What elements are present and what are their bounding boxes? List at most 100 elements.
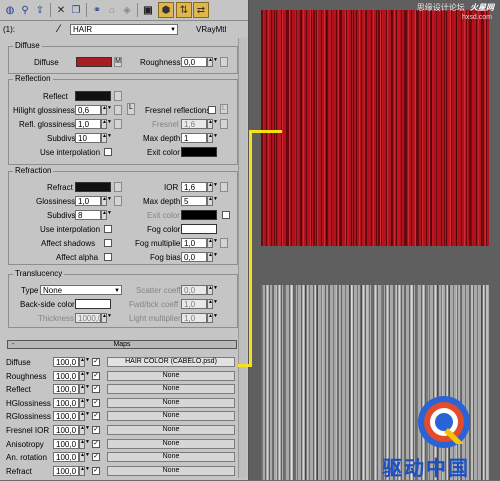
fog-multiplier-input[interactable]: 1,0 — [181, 238, 207, 248]
map-enable-checkbox[interactable]: ✓ — [92, 358, 100, 366]
translucency-type-select[interactable]: None ▼ — [40, 285, 122, 295]
panel-scrollbar[interactable] — [238, 38, 247, 478]
refr-exit-color-checkbox[interactable] — [222, 211, 230, 219]
material-type-button[interactable]: VRayMtl — [196, 25, 226, 34]
thickness-spinner[interactable]: ▲▼ — [101, 313, 112, 323]
put-library-icon[interactable]: ⌂ — [105, 3, 119, 17]
refr-max-depth-spinner[interactable]: ▲▼ — [207, 196, 218, 206]
map-enable-checkbox[interactable]: ✓ — [92, 371, 100, 380]
map-enable-checkbox[interactable]: ✓ — [92, 453, 100, 462]
map-slot-button[interactable]: None — [107, 384, 235, 395]
refl-subdivs-spinner[interactable]: ▲▼ — [101, 133, 112, 143]
light-multiplier-input[interactable]: 1,0 — [181, 313, 207, 323]
reflect-color-swatch[interactable] — [75, 91, 111, 101]
map-amount-input[interactable]: 100,0 — [53, 370, 79, 381]
ior-map-button[interactable] — [220, 182, 228, 192]
ior-input[interactable]: 1,6 — [181, 182, 207, 192]
refract-color-swatch[interactable] — [75, 182, 111, 192]
map-slot-button[interactable]: None — [107, 465, 235, 476]
map-enable-checkbox[interactable]: ✓ — [92, 439, 100, 448]
diffuse-color-swatch[interactable] — [76, 57, 112, 67]
refr-glossiness-spinner[interactable]: ▲▼ — [101, 196, 112, 206]
map-amount-input[interactable]: 100,0 — [53, 411, 79, 422]
map-slot-button[interactable]: HAIR COLOR (CABELO.psd) — [107, 357, 235, 367]
map-amount-input[interactable]: 100,0 — [53, 452, 79, 463]
show-end-result-icon[interactable]: ⬢ — [158, 2, 174, 18]
put-icon[interactable]: ⇪ — [33, 3, 47, 17]
fog-bias-input[interactable]: 0,0 — [181, 252, 207, 262]
refl-max-depth-spinner[interactable]: ▲▼ — [207, 133, 218, 143]
roughness-input[interactable]: 0,0 — [181, 57, 207, 67]
refract-map-button[interactable] — [114, 182, 122, 192]
reflect-map-button[interactable] — [114, 91, 122, 101]
eyedropper-icon[interactable]: ⁄ — [58, 23, 60, 35]
map-amount-spinner[interactable]: ▲▼ — [79, 465, 90, 476]
go-parent-icon[interactable]: ⇅ — [176, 2, 192, 18]
fog-multiplier-spinner[interactable]: ▲▼ — [207, 238, 218, 248]
chevron-down-icon[interactable]: ▼ — [170, 25, 176, 35]
refr-subdivs-input[interactable]: 8 — [75, 210, 101, 220]
copy-icon[interactable]: ❐ — [69, 3, 83, 17]
map-amount-spinner[interactable]: ▲▼ — [79, 370, 90, 381]
fwd-bck-coeff-spinner[interactable]: ▲▼ — [207, 299, 218, 309]
maps-rollout-header[interactable]: - Maps — [7, 340, 237, 349]
map-amount-input[interactable]: 100,0 — [53, 465, 79, 476]
map-enable-checkbox[interactable]: ✓ — [92, 385, 100, 394]
fresnel-ior-input[interactable]: 1,6 — [181, 119, 207, 129]
material-name-field[interactable]: HAIR ▼ — [70, 24, 178, 35]
map-amount-spinner[interactable]: ▲▼ — [79, 357, 90, 367]
map-amount-input[interactable]: 100,0 — [53, 357, 79, 367]
map-slot-button[interactable]: None — [107, 452, 235, 463]
fwd-bck-coeff-input[interactable]: 1,0 — [181, 299, 207, 309]
fresnel-reflections-checkbox[interactable] — [208, 106, 216, 114]
show-map-icon[interactable]: ▣ — [141, 3, 155, 17]
fog-color-swatch[interactable] — [181, 224, 217, 234]
fresnel-ior-spinner[interactable]: ▲▼ — [207, 119, 218, 129]
map-slot-button[interactable]: None — [107, 438, 235, 449]
map-amount-spinner[interactable]: ▲▼ — [79, 384, 90, 395]
map-amount-spinner[interactable]: ▲▼ — [79, 452, 90, 463]
chevron-down-icon[interactable]: ▼ — [114, 286, 120, 296]
refl-max-depth-input[interactable]: 1 — [181, 133, 207, 143]
light-multiplier-spinner[interactable]: ▲▼ — [207, 313, 218, 323]
map-amount-spinner[interactable]: ▲▼ — [79, 397, 90, 408]
map-enable-checkbox[interactable]: ✓ — [92, 398, 100, 407]
refl-subdivs-input[interactable]: 10 — [75, 133, 101, 143]
diffuse-map-button[interactable]: M — [114, 57, 122, 67]
map-amount-spinner[interactable]: ▲▼ — [79, 411, 90, 422]
refr-use-interpolation-checkbox[interactable] — [104, 225, 112, 233]
fog-bias-spinner[interactable]: ▲▼ — [207, 252, 218, 262]
refr-max-depth-input[interactable]: 5 — [181, 196, 207, 206]
affect-alpha-checkbox[interactable] — [104, 253, 112, 261]
hilight-lock-button[interactable]: L — [127, 103, 135, 115]
backside-color-swatch[interactable] — [75, 299, 111, 309]
unique-icon[interactable]: ⚭ — [90, 3, 104, 17]
map-enable-checkbox[interactable]: ✓ — [92, 412, 100, 421]
refl-glossiness-map-button[interactable] — [114, 119, 122, 129]
delete-icon[interactable]: ✕ — [54, 3, 68, 17]
map-amount-spinner[interactable]: ▲▼ — [79, 425, 90, 435]
refr-glossiness-map-button[interactable] — [114, 196, 122, 206]
ior-spinner[interactable]: ▲▼ — [207, 182, 218, 192]
map-slot-button[interactable]: None — [107, 397, 235, 408]
refr-exit-color-swatch[interactable] — [181, 210, 217, 220]
scatter-coeff-spinner[interactable]: ▲▼ — [207, 285, 218, 295]
thickness-input[interactable]: 1000,0 — [75, 313, 102, 323]
refl-exit-color-swatch[interactable] — [181, 147, 217, 157]
map-slot-button[interactable]: None — [107, 370, 235, 381]
map-amount-input[interactable]: 100,0 — [53, 384, 79, 395]
hilight-glossiness-input[interactable]: 0,6 — [75, 105, 101, 115]
hilight-glossiness-spinner[interactable]: ▲▼ — [101, 105, 112, 115]
refr-glossiness-input[interactable]: 1,0 — [75, 196, 101, 206]
go-sibling-icon[interactable]: ⇄ — [193, 2, 209, 18]
roughness-map-button[interactable] — [220, 57, 228, 67]
fog-multiplier-map-button[interactable] — [220, 238, 228, 248]
map-amount-input[interactable]: 100,0 — [53, 438, 79, 449]
fresnel-lock-button[interactable]: L — [220, 104, 228, 114]
refl-glossiness-input[interactable]: 1,0 — [75, 119, 101, 129]
map-slot-button[interactable]: None — [107, 425, 235, 435]
map-enable-checkbox[interactable]: ✓ — [92, 466, 100, 475]
map-amount-spinner[interactable]: ▲▼ — [79, 438, 90, 449]
roughness-spinner[interactable]: ▲▼ — [207, 57, 218, 67]
fresnel-ior-map-button[interactable] — [220, 119, 228, 129]
